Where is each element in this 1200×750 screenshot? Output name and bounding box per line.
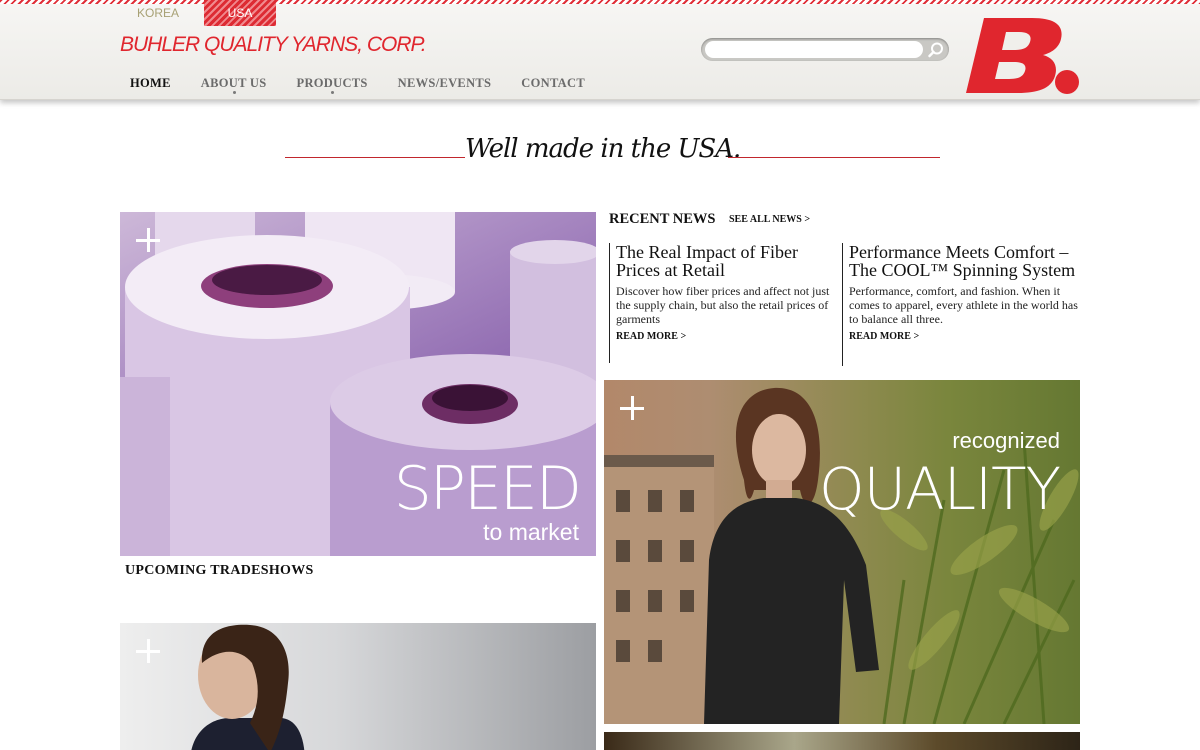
- news-item: The Real Impact of Fiber Prices at Retai…: [609, 243, 837, 363]
- nav-news-events-label: NEWS/EVENTS: [397, 76, 492, 90]
- nav-about-us[interactable]: ABOUT US: [200, 76, 267, 94]
- speed-to-market-tile[interactable]: SPEED to market: [120, 212, 596, 556]
- tile-headline: SPEED: [393, 454, 582, 524]
- tagline-rule-left: [285, 157, 465, 158]
- nav-products-label: PRODUCTS: [296, 76, 368, 90]
- see-all-news-link[interactable]: SEE ALL NEWS >: [729, 214, 810, 225]
- nav-home[interactable]: HOME: [130, 76, 171, 91]
- recent-news-heading: RECENT NEWS: [609, 211, 716, 227]
- tagline: Well made in the USA.: [465, 134, 741, 164]
- company-name[interactable]: BUHLER QUALITY YARNS, CORP.: [120, 33, 427, 57]
- region-tab-usa[interactable]: USA: [204, 0, 276, 26]
- search-icon[interactable]: [926, 40, 946, 60]
- nav-home-label: HOME: [130, 76, 171, 90]
- expand-plus-icon[interactable]: [136, 228, 160, 252]
- nav-products[interactable]: PRODUCTS: [296, 76, 368, 94]
- search-input[interactable]: [705, 41, 923, 58]
- main-nav: HOME ABOUT US PRODUCTS NEWS/EVENTS CONTA…: [130, 76, 615, 94]
- submenu-indicator-icon: [331, 91, 335, 94]
- nav-about-us-label: ABOUT US: [200, 76, 267, 90]
- tagline-rule-right: [728, 157, 940, 158]
- region-tab-korea[interactable]: KOREA: [121, 0, 195, 26]
- search-box: [701, 38, 949, 61]
- read-more-link[interactable]: READ MORE >: [616, 331, 686, 342]
- news-excerpt: Performance, comfort, and fashion. When …: [849, 284, 1078, 326]
- site-header: KOREA USA BUHLER QUALITY YARNS, CORP. HO…: [0, 0, 1200, 100]
- submenu-indicator-icon: [232, 91, 236, 94]
- additional-promo-tile[interactable]: [604, 732, 1080, 750]
- news-excerpt: Discover how fiber prices and affect not…: [616, 284, 830, 326]
- expand-plus-icon[interactable]: [136, 639, 160, 663]
- nav-contact-label: CONTACT: [521, 76, 585, 90]
- nav-contact[interactable]: CONTACT: [521, 76, 585, 91]
- news-title-link[interactable]: Performance Meets Comfort – The COOL™ Sp…: [849, 243, 1080, 279]
- expand-plus-icon[interactable]: [620, 396, 644, 420]
- news-title-link[interactable]: The Real Impact of Fiber Prices at Retai…: [616, 243, 837, 279]
- recognized-quality-tile[interactable]: recognized QUALITY: [604, 380, 1080, 724]
- upcoming-tradeshows-heading[interactable]: UPCOMING TRADESHOWS: [125, 563, 314, 579]
- read-more-link[interactable]: READ MORE >: [849, 331, 919, 342]
- fashion-model-image: [191, 624, 305, 750]
- tile-subheadline: recognized: [952, 428, 1060, 453]
- nav-news-events[interactable]: NEWS/EVENTS: [398, 76, 492, 91]
- fashion-model-tile[interactable]: [120, 623, 596, 750]
- brand-logo[interactable]: [962, 12, 1084, 98]
- tile-headline: QUALITY: [818, 455, 1061, 523]
- tile-subheadline: to market: [483, 519, 579, 545]
- news-item: Performance Meets Comfort – The COOL™ Sp…: [842, 243, 1080, 366]
